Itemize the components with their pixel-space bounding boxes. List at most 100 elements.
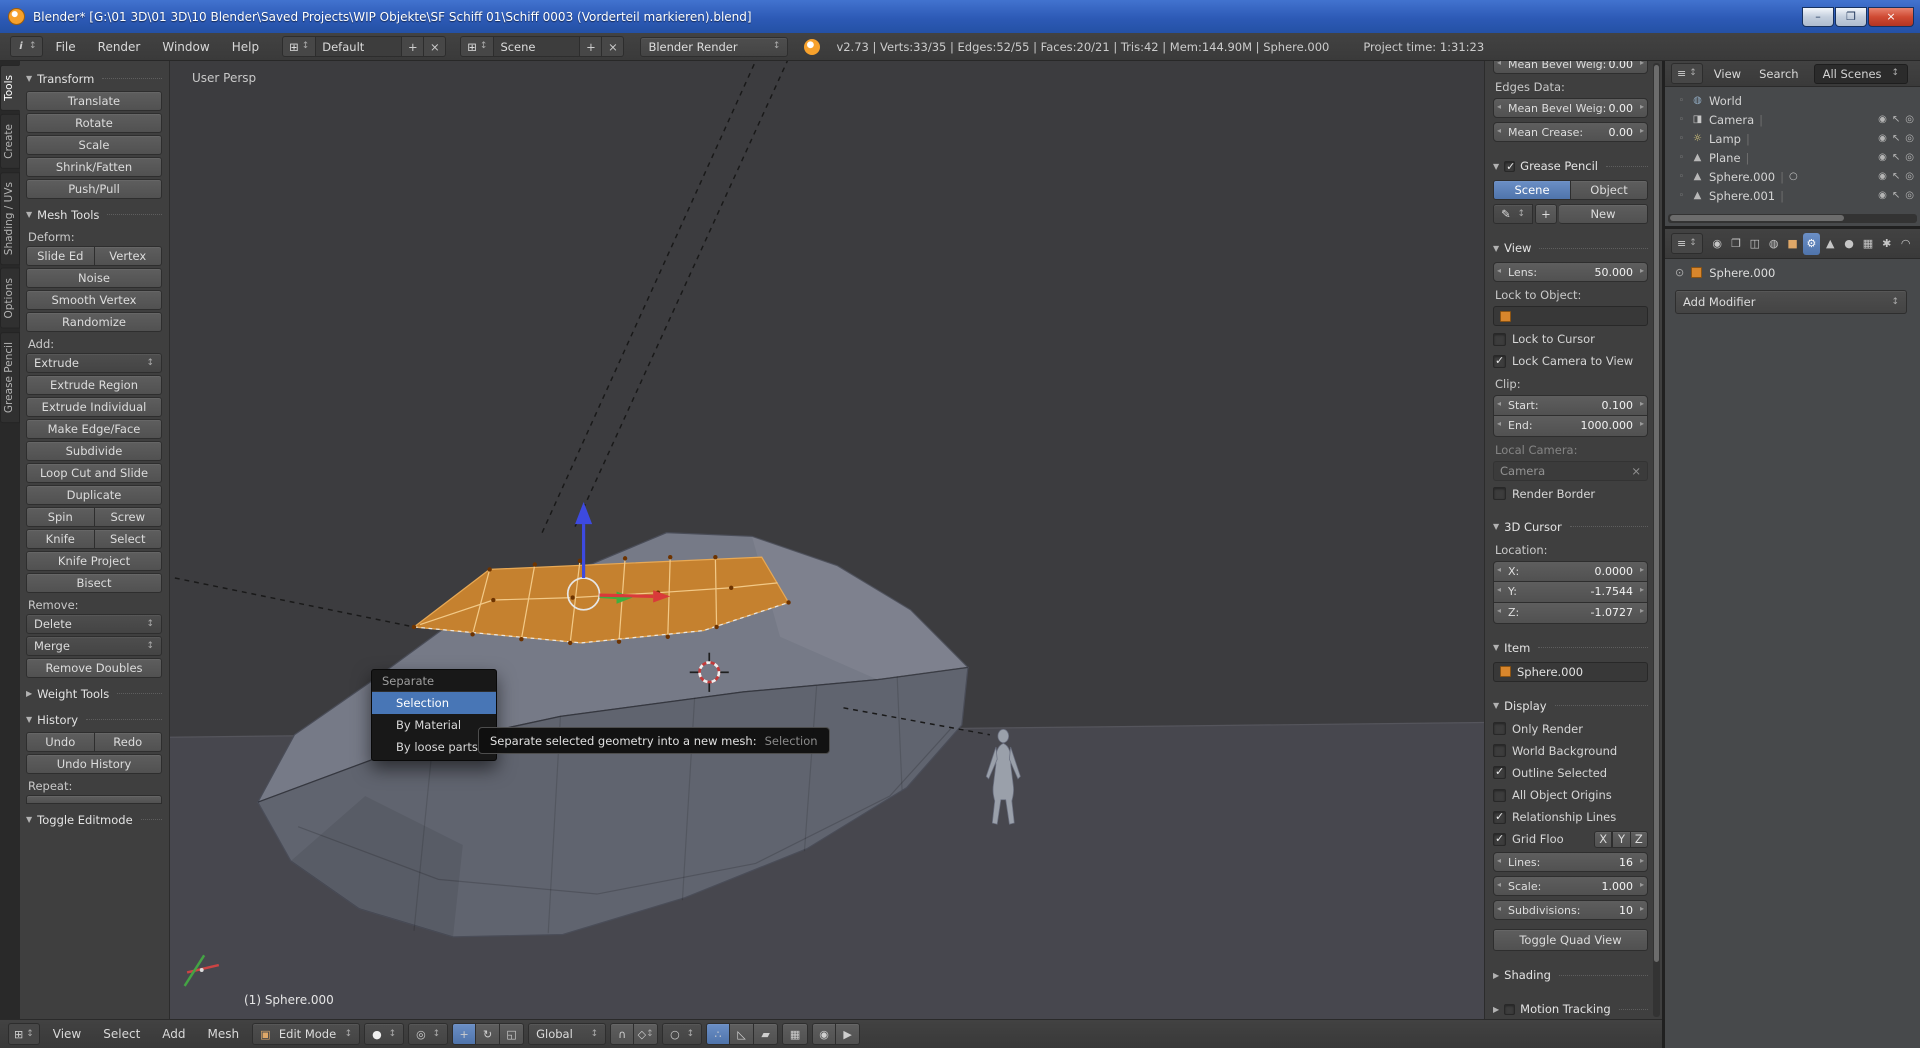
make-edge-face-button[interactable]: Make Edge/Face [26, 419, 162, 439]
selectable-toggle-icon[interactable]: ↖ [1892, 190, 1900, 201]
scene-add-button[interactable]: + [580, 36, 603, 57]
grid-lines-field[interactable]: ◂ Lines: 16 ▸ [1493, 852, 1648, 873]
pivot-point-select[interactable]: ◎ ↕ [408, 1023, 449, 1045]
loop-cut-slide-button[interactable]: Loop Cut and Slide [26, 463, 162, 483]
manipulator-rotate-toggle[interactable]: ↻ [476, 1023, 501, 1045]
scene-delete-button[interactable]: × [602, 36, 625, 57]
face-select-mode-toggle[interactable]: ▰ [754, 1023, 779, 1045]
rotate-button[interactable]: Rotate [26, 113, 162, 133]
opengl-render-anim-button[interactable]: ▶ [836, 1023, 861, 1045]
panel-header-view[interactable]: ▼ View [1493, 238, 1648, 258]
editor-type-3dview-button[interactable]: ⊞ ↕ [8, 1023, 40, 1045]
menu-add[interactable]: Add [153, 1020, 194, 1048]
panel-header-3d-cursor[interactable]: ▼ 3D Cursor [1493, 517, 1648, 537]
lock-to-cursor-checkbox[interactable]: Lock to Cursor [1493, 330, 1648, 348]
panel-header-display[interactable]: ▼ Display [1493, 696, 1648, 716]
menu-file[interactable]: File [47, 33, 85, 60]
panel-header-weight-tools[interactable]: ▶ Weight Tools [26, 683, 162, 704]
render-toggle-icon[interactable]: ◎ [1905, 114, 1914, 125]
outliner-scope-select[interactable]: All Scenes ↕ [1813, 63, 1909, 84]
editor-type-properties-button[interactable]: ≡ ↕ [1671, 233, 1703, 254]
checkbox-box[interactable] [1493, 722, 1506, 736]
expand-icon[interactable]: ◦ [1677, 96, 1686, 106]
selectable-toggle-icon[interactable]: ↖ [1892, 171, 1900, 182]
proportional-edit-select[interactable]: ○ ↕ [662, 1023, 703, 1045]
outliner-item-lamp[interactable]: ◦ ☼ Lamp | ◉ ↖ ◎ [1665, 129, 1920, 148]
extrude-region-button[interactable]: Extrude Region [26, 375, 162, 395]
outliner-menu-view[interactable]: View [1707, 61, 1748, 86]
gp-add-button[interactable]: + [1535, 204, 1557, 225]
redo-button[interactable]: Redo [94, 732, 162, 752]
add-modifier-button[interactable]: Add Modifier ↕ [1675, 290, 1907, 314]
opengl-render-button[interactable]: ◉ [812, 1023, 837, 1045]
minimize-button[interactable]: – [1802, 6, 1834, 27]
lock-object-field[interactable] [1493, 306, 1648, 327]
checkbox-box[interactable] [1493, 788, 1506, 802]
expand-icon[interactable]: ◦ [1677, 191, 1686, 201]
expand-icon[interactable]: ◦ [1677, 172, 1686, 182]
snap-toggle[interactable]: ∩ [610, 1023, 635, 1045]
props-tab-material[interactable]: ● [1841, 233, 1858, 255]
render-engine-select[interactable]: Blender Render ↕ [640, 36, 789, 57]
gp-scene-toggle[interactable]: Scene [1493, 180, 1571, 201]
outliner-item-sphere-000[interactable]: ◦ ▲ Sphere.000 | ○ ◉ ↖ ◎ [1665, 167, 1920, 186]
hide-toggle-eye-icon[interactable]: ◉ [1878, 114, 1887, 125]
bisect-button[interactable]: Bisect [26, 573, 162, 593]
tab-grease-pencil[interactable]: Grease Pencil [0, 331, 20, 423]
expand-icon[interactable]: ◦ [1677, 115, 1686, 125]
checkbox-box[interactable] [1493, 832, 1506, 846]
grid-axis-z-toggle[interactable]: Z [1630, 830, 1648, 848]
menu-render[interactable]: Render [89, 33, 150, 60]
clip-start-field[interactable]: ◂ Start: 0.100 ▸ [1493, 394, 1648, 416]
extrude-individual-button[interactable]: Extrude Individual [26, 397, 162, 417]
spin-button[interactable]: Spin [26, 507, 95, 527]
screw-button[interactable]: Screw [94, 507, 162, 527]
viewport-3d[interactable]: User Persp (1) Sphere.000 Separate Selec… [170, 61, 1484, 1019]
edge-select-mode-toggle[interactable]: ◺ [730, 1023, 755, 1045]
render-toggle-icon[interactable]: ◎ [1905, 152, 1914, 163]
grid-subdivisions-field[interactable]: ◂ Subdivisions: 10 ▸ [1493, 900, 1648, 921]
layout-add-button[interactable]: + [402, 36, 425, 57]
hide-toggle-eye-icon[interactable]: ◉ [1878, 171, 1887, 182]
scene-name-field[interactable]: Scene [494, 36, 581, 57]
menu-select[interactable]: Select [94, 1020, 149, 1048]
world-background-checkbox[interactable]: World Background [1493, 742, 1648, 760]
render-border-checkbox[interactable]: Render Border [1493, 485, 1648, 503]
tab-tools[interactable]: Tools [0, 65, 20, 111]
motion-tracking-checkbox[interactable] [1504, 1003, 1516, 1015]
subdivide-button[interactable]: Subdivide [26, 441, 162, 461]
checkbox-box[interactable] [1493, 810, 1506, 824]
manipulator-translate-toggle[interactable]: + [452, 1023, 477, 1045]
grease-pencil-checkbox[interactable] [1504, 160, 1515, 173]
grid-axis-y-toggle[interactable]: Y [1612, 830, 1631, 848]
outliner-menu-search[interactable]: Search [1752, 61, 1806, 86]
clip-end-field[interactable]: ◂ End: 1000.000 ▸ [1493, 415, 1648, 437]
viewport-canvas[interactable] [170, 61, 1484, 1019]
gp-new-button[interactable]: New [1559, 204, 1648, 225]
tab-create[interactable]: Create [0, 113, 20, 169]
props-tab-world[interactable]: ◍ [1765, 233, 1782, 255]
knife-button[interactable]: Knife [26, 529, 95, 549]
panel-header-motion-tracking[interactable]: ▶ Motion Tracking [1493, 999, 1648, 1019]
toggle-quad-view-button[interactable]: Toggle Quad View [1493, 929, 1648, 952]
clear-icon[interactable]: × [1631, 464, 1641, 478]
pin-icon[interactable]: ⊙ [1675, 266, 1684, 279]
undo-button[interactable]: Undo [26, 732, 95, 752]
lens-field[interactable]: ◂ Lens: 50.000 ▸ [1493, 262, 1648, 283]
props-tab-data[interactable]: ▲ [1822, 233, 1839, 255]
panel-header-mesh-tools[interactable]: ▼ Mesh Tools [26, 204, 162, 225]
mode-select[interactable]: ▣ Edit Mode ↕ [252, 1023, 361, 1045]
vertex-slide-button[interactable]: Vertex [94, 246, 162, 266]
local-camera-field[interactable]: Camera × [1493, 460, 1648, 481]
props-tab-particles[interactable]: ✱ [1878, 233, 1895, 255]
hide-toggle-eye-icon[interactable]: ◉ [1878, 190, 1887, 201]
mean-crease-field[interactable]: ◂ Mean Crease: 0.00 ▸ [1493, 122, 1648, 143]
panel-header-grease-pencil[interactable]: ▼ Grease Pencil [1493, 156, 1648, 176]
scale-button[interactable]: Scale [26, 135, 162, 155]
outline-selected-checkbox[interactable]: Outline Selected [1493, 764, 1648, 782]
duplicate-button[interactable]: Duplicate [26, 485, 162, 505]
render-toggle-icon[interactable]: ◎ [1905, 190, 1914, 201]
grid-axis-x-toggle[interactable]: X [1594, 830, 1613, 848]
panel-header-item[interactable]: ▼ Item [1493, 638, 1648, 658]
manipulator-scale-toggle[interactable]: ◱ [500, 1023, 525, 1045]
